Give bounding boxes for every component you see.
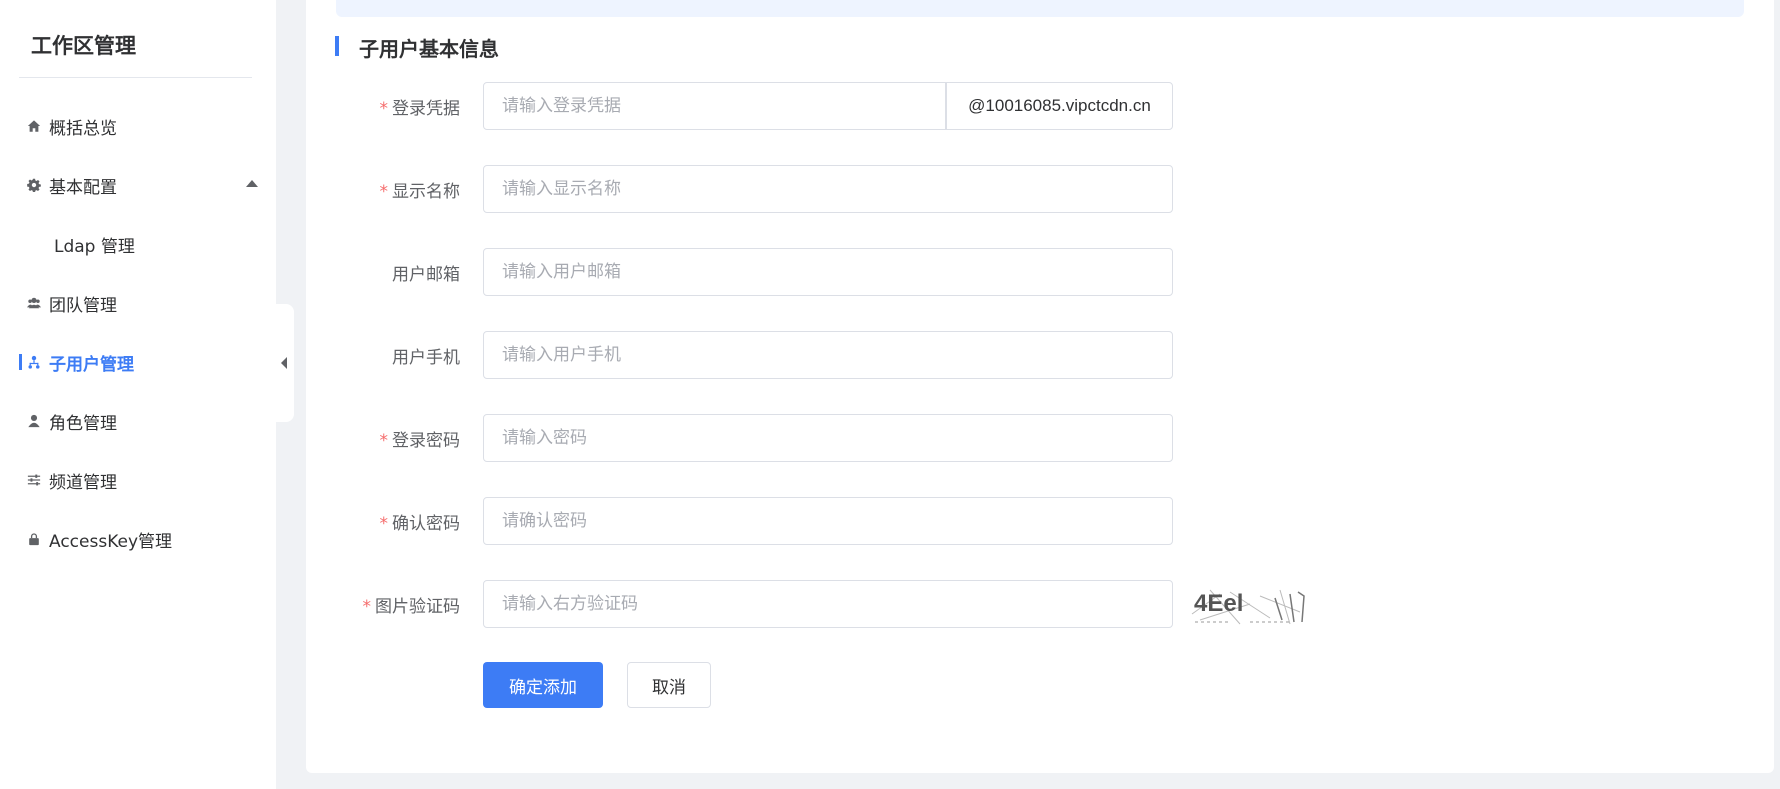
active-indicator [19, 354, 22, 370]
chevron-left-icon [281, 357, 287, 369]
form-row-captcha: *图片验证码 4Eel [306, 580, 1506, 628]
sidebar-item-label: AccessKey管理 [49, 531, 173, 552]
sidebar-item-label: 团队管理 [49, 295, 117, 316]
sidebar-item-basic-config[interactable]: 基本配置 [0, 165, 276, 205]
confirm-password-label: * 确认密码 [379, 514, 461, 534]
form-row-password: * 登录密码 [306, 414, 1506, 462]
required-mark: * [379, 182, 389, 202]
cancel-button[interactable]: 取消 [627, 662, 711, 708]
form-row-phone: 用户手机 [306, 331, 1506, 379]
sidebar: 工作区管理 概括总览 基本配置 Ldap 管理 团队管理 子用户管理 角色管理 [0, 0, 276, 789]
sliders-icon [26, 472, 42, 488]
form-row-display-name: * 显示名称 [306, 165, 1506, 213]
sidebar-divider [19, 77, 252, 78]
section-title: 子用户基本信息 [359, 37, 499, 61]
gear-icon [26, 177, 42, 193]
password-label: * 登录密码 [379, 431, 461, 451]
main-card: 子用户基本信息 *登录凭据 @10016085.vipctcdn.cn *显示名… [306, 0, 1774, 773]
display-name-label: * 显示名称 [379, 182, 461, 202]
phone-label: 用户手机 [392, 348, 460, 368]
captcha-input[interactable] [483, 580, 1173, 628]
sidebar-item-channel[interactable]: 频道管理 [0, 460, 276, 500]
email-label: 用户邮箱 [392, 265, 460, 285]
login-label: * 登录凭据 [379, 99, 461, 119]
sidebar-item-label: 基本配置 [49, 177, 117, 198]
required-mark: * [362, 597, 372, 617]
captcha-label: * 图片验证码 [362, 597, 461, 617]
sidebar-item-label: Ldap 管理 [54, 236, 135, 257]
login-input[interactable] [483, 82, 946, 130]
user-icon [26, 413, 42, 429]
sidebar-title: 工作区管理 [31, 34, 136, 58]
sidebar-item-label: 概括总览 [49, 118, 117, 139]
form-row-confirm-password: * 确认密码 [306, 497, 1506, 545]
required-mark: * [379, 514, 389, 534]
sidebar-item-label: 子用户管理 [49, 354, 134, 375]
lock-icon [26, 531, 42, 547]
sidebar-item-accesskey[interactable]: AccessKey管理 [0, 519, 276, 559]
form-row-email: 用户邮箱 [306, 248, 1506, 296]
info-banner [336, 0, 1744, 17]
phone-input[interactable] [483, 331, 1173, 379]
password-input[interactable] [483, 414, 1173, 462]
form-row-login: *登录凭据 @10016085.vipctcdn.cn [306, 82, 1506, 130]
sidebar-item-team[interactable]: 团队管理 [0, 283, 276, 323]
section-title-bar [335, 36, 339, 56]
sidebar-item-overview[interactable]: 概括总览 [0, 106, 276, 146]
captcha-text: 4Eel [1194, 590, 1243, 617]
team-icon [26, 295, 42, 311]
display-name-input[interactable] [483, 165, 1173, 213]
sidebar-item-ldap[interactable]: Ldap 管理 [0, 224, 276, 264]
sidebar-item-sub-user[interactable]: 子用户管理 [0, 342, 276, 382]
captcha-image[interactable]: 4Eel [1190, 584, 1308, 626]
confirm-add-button[interactable]: 确定添加 [483, 662, 603, 708]
email-input[interactable] [483, 248, 1173, 296]
sidebar-item-label: 频道管理 [49, 472, 117, 493]
confirm-password-input[interactable] [483, 497, 1173, 545]
sidebar-item-role[interactable]: 角色管理 [0, 401, 276, 441]
chevron-up-icon [246, 180, 258, 187]
sub-user-icon [26, 354, 42, 370]
home-icon [26, 118, 42, 134]
required-mark: * [379, 99, 389, 119]
login-domain-suffix: @10016085.vipctcdn.cn [946, 82, 1173, 130]
required-mark: * [379, 431, 389, 451]
sidebar-collapse-button[interactable] [276, 304, 294, 422]
sidebar-item-label: 角色管理 [49, 413, 117, 434]
